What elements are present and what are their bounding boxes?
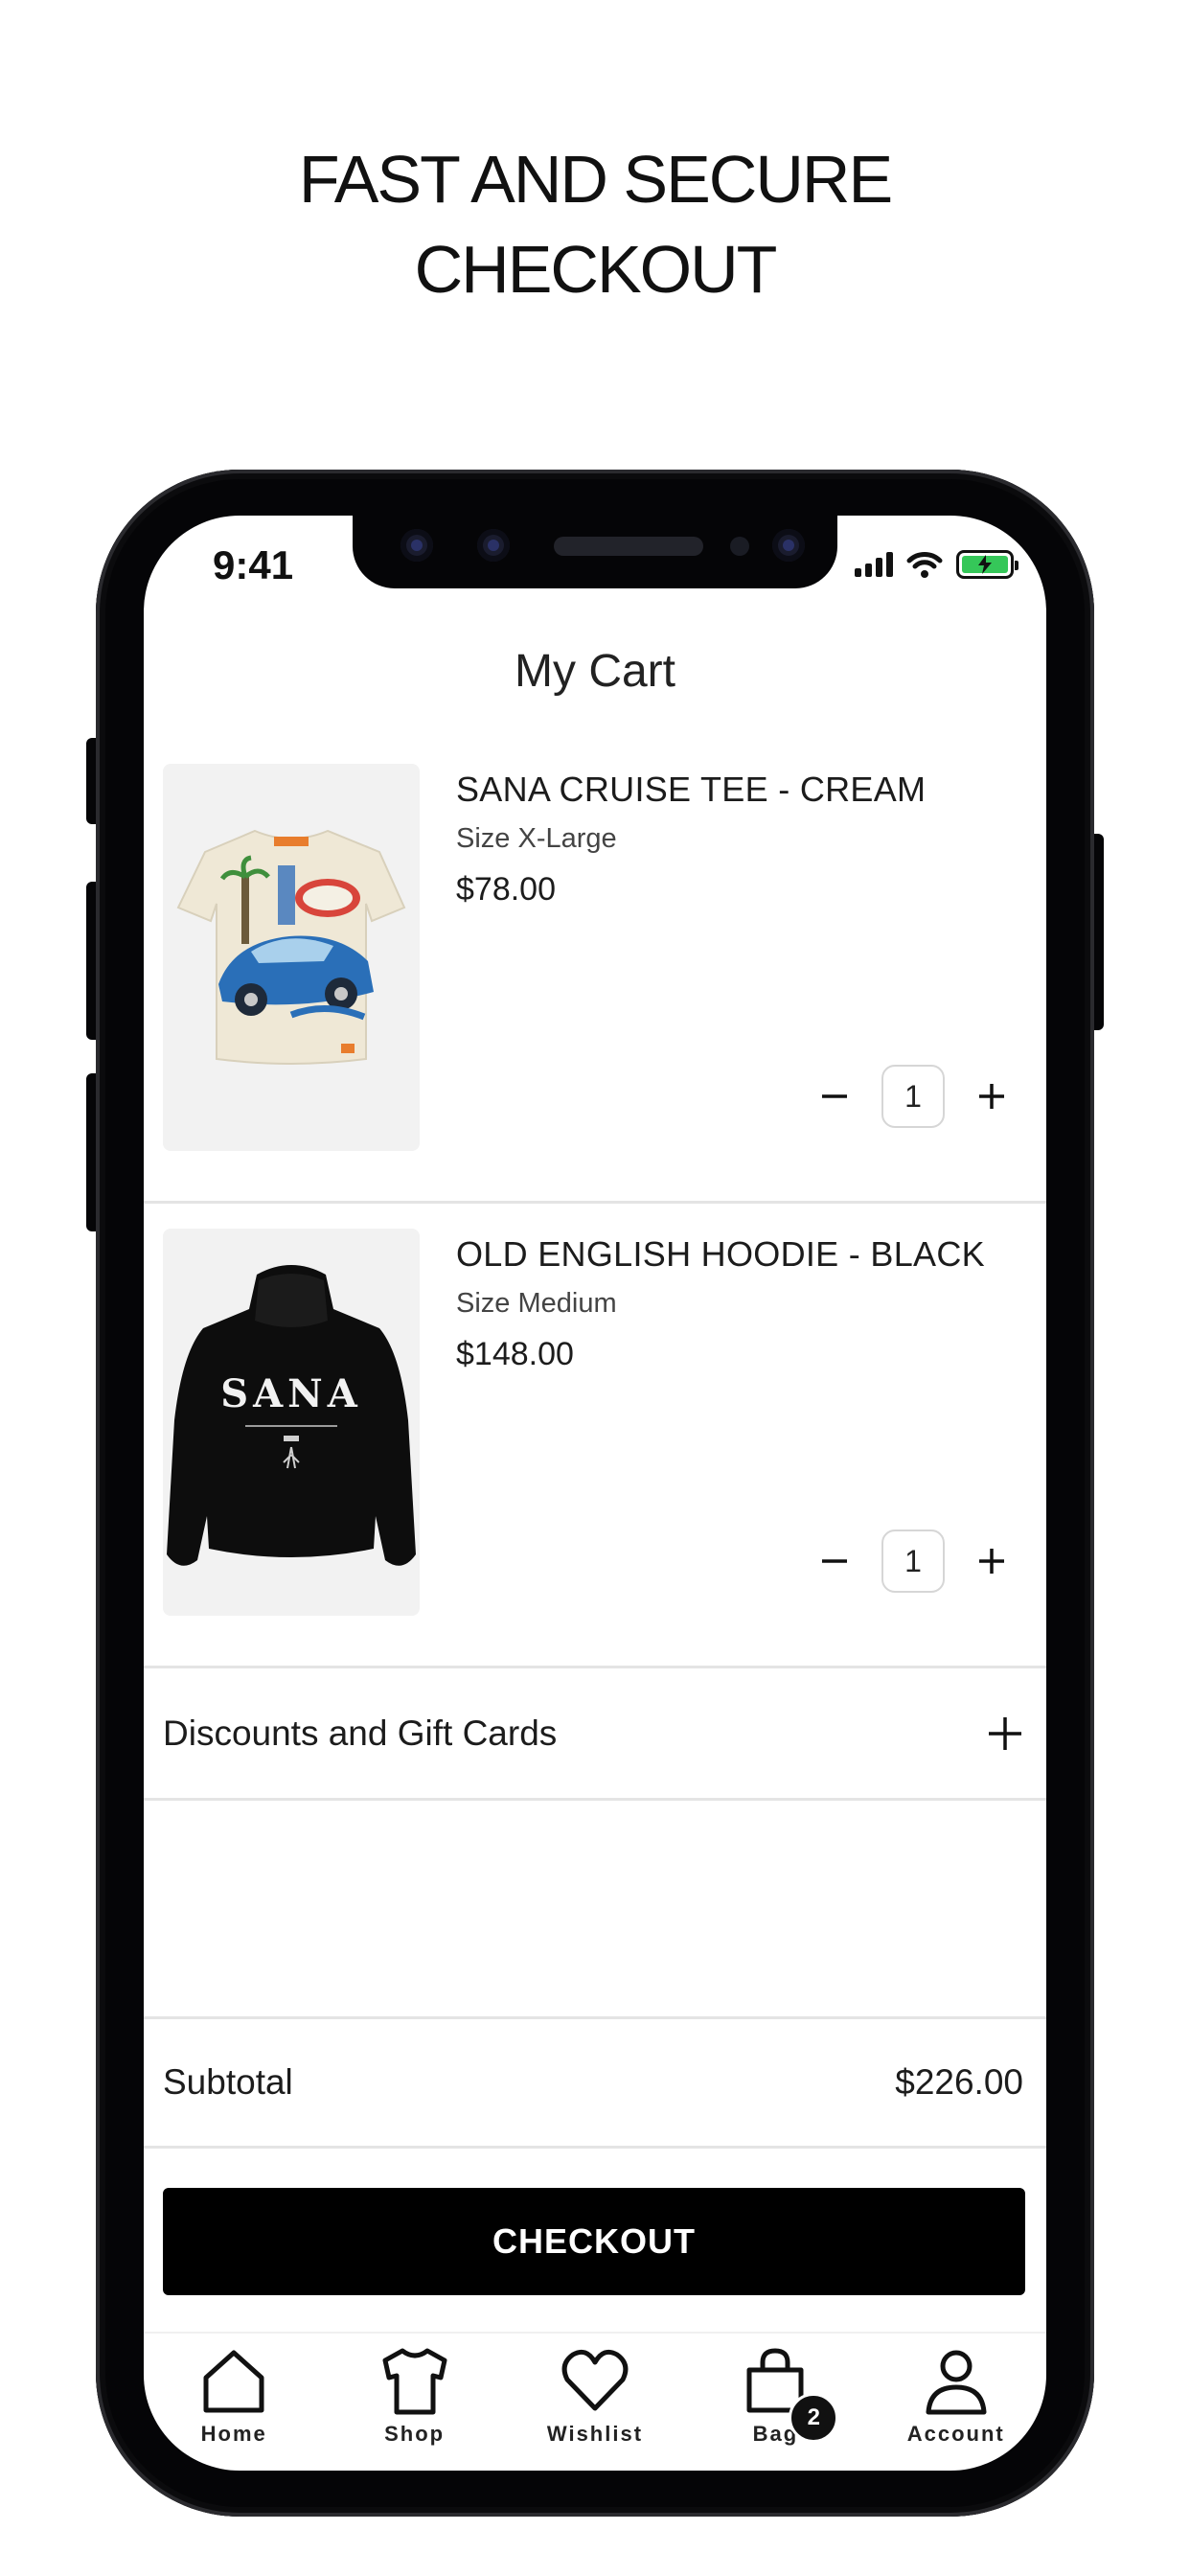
heart-icon — [561, 2349, 629, 2411]
tab-wishlist[interactable]: Wishlist — [509, 2343, 681, 2471]
tab-shop[interactable]: Shop — [329, 2343, 501, 2471]
product-image[interactable]: SANA — [163, 1229, 420, 1616]
quantity-stepper: 1 — [818, 1530, 1008, 1593]
discounts-gift-cards-row[interactable]: Discounts and Gift Cards — [144, 1668, 1046, 1801]
sensor-dot — [730, 537, 749, 556]
hoodie-illustration: SANA — [167, 1265, 416, 1566]
quantity-value[interactable]: 1 — [881, 1530, 945, 1593]
notch — [353, 516, 837, 588]
headline-line-2: CHECKOUT — [414, 232, 778, 307]
headline: FAST AND SECURE CHECKOUT — [0, 134, 1190, 314]
cart-item: SANA CRUISE TEE - CREAM Size X-Large $78… — [144, 739, 1046, 1204]
tab-label: Shop — [384, 2422, 446, 2446]
product-price: $78.00 — [456, 871, 556, 908]
charging-bolt-icon — [978, 555, 992, 574]
decrease-quantity-button[interactable] — [818, 1080, 851, 1113]
page-title: My Cart — [515, 646, 675, 697]
product-size: Size Medium — [456, 1288, 617, 1319]
bag-count-badge: 2 — [789, 2393, 839, 2443]
minus-icon — [822, 1559, 847, 1563]
speaker-grille — [554, 537, 703, 556]
product-price: $148.00 — [456, 1336, 574, 1372]
person-icon — [926, 2350, 987, 2415]
decrease-quantity-button[interactable] — [818, 1545, 851, 1577]
tab-label: Home — [200, 2422, 267, 2446]
quantity-value[interactable]: 1 — [881, 1065, 945, 1128]
tab-bag[interactable]: Bag 2 — [689, 2343, 861, 2471]
camera-icon — [400, 529, 433, 562]
plus-icon — [979, 1084, 1004, 1109]
home-icon — [203, 2350, 264, 2413]
cellular-signal-icon — [855, 552, 893, 577]
battery-icon — [956, 550, 1018, 579]
tab-label: Account — [906, 2422, 1005, 2446]
cart-item: SANA OLD ENGLISH HOODIE - BLACK Size Med… — [144, 1204, 1046, 1668]
tab-account[interactable]: Account — [870, 2343, 1042, 2471]
tab-home[interactable]: Home — [148, 2343, 320, 2471]
wifi-icon — [906, 552, 943, 578]
tshirt-illustration — [176, 829, 406, 1065]
status-icons — [855, 550, 1018, 579]
quantity-stepper: 1 — [818, 1065, 1008, 1128]
product-name[interactable]: OLD ENGLISH HOODIE - BLACK — [456, 1234, 985, 1275]
plus-icon[interactable] — [987, 1715, 1023, 1752]
phone-screen: 9:41 My Cart SANA CRUISE TEE - CREAM Siz… — [144, 516, 1046, 2471]
minus-icon — [822, 1094, 847, 1098]
tab-label: Wishlist — [546, 2422, 644, 2446]
subtotal-value: $226.00 — [895, 2062, 1023, 2102]
increase-quantity-button[interactable] — [975, 1080, 1008, 1113]
discounts-label: Discounts and Gift Cards — [163, 1713, 558, 1753]
hoodie-print-text: SANA — [220, 1371, 362, 1416]
headline-line-1: FAST AND SECURE — [298, 142, 893, 217]
plus-icon — [979, 1549, 1004, 1574]
camera-icon — [772, 529, 805, 562]
shirt-icon — [382, 2348, 447, 2415]
checkout-button[interactable]: CHECKOUT — [163, 2188, 1025, 2295]
status-time: 9:41 — [213, 542, 294, 587]
product-image[interactable] — [163, 764, 420, 1151]
camera-icon — [477, 529, 510, 562]
subtotal-label: Subtotal — [163, 2062, 293, 2102]
subtotal-row: Subtotal $226.00 — [144, 2016, 1046, 2149]
product-size: Size X-Large — [456, 823, 617, 854]
bottom-tab-bar: Home Shop Wishlist Bag 2 Account — [144, 2332, 1046, 2471]
product-name[interactable]: SANA CRUISE TEE - CREAM — [456, 770, 926, 810]
increase-quantity-button[interactable] — [975, 1545, 1008, 1577]
